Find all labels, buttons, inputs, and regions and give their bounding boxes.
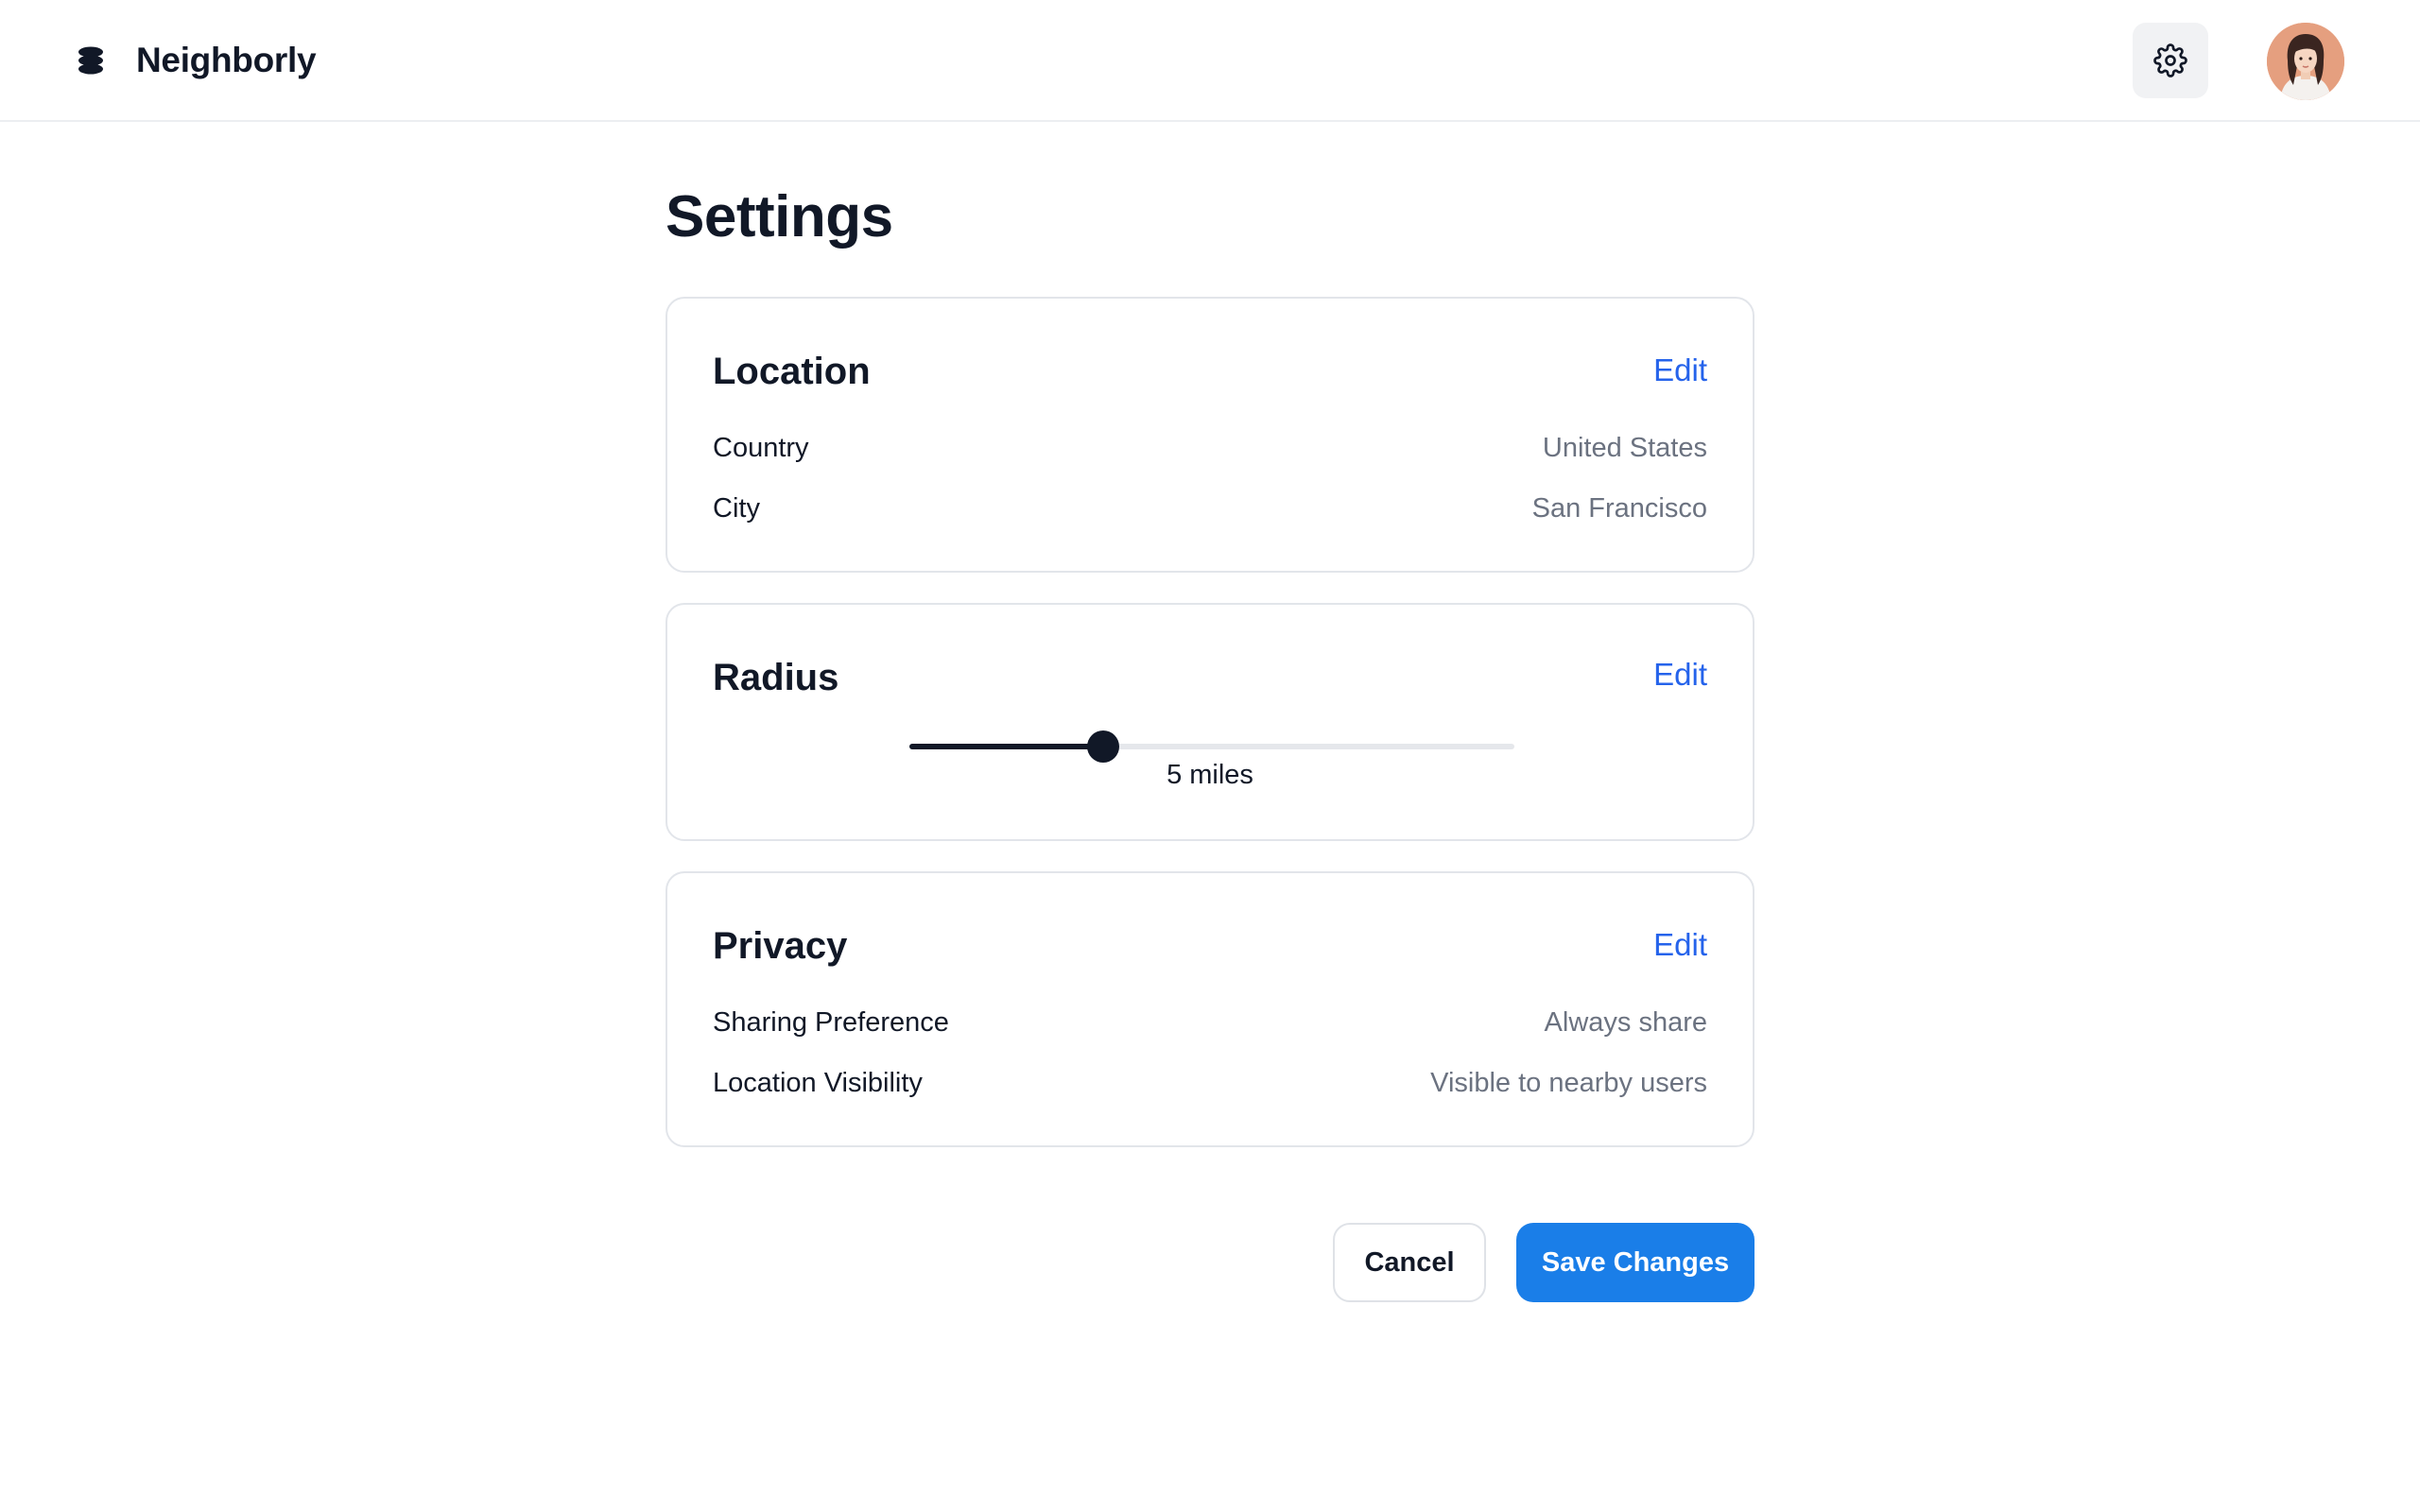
gear-icon [2153,43,2187,77]
avatar-portrait [2267,23,2344,100]
location-visibility-label: Location Visibility [713,1068,923,1098]
country-value: United States [1542,433,1707,463]
radius-edit-link[interactable]: Edit [1653,654,1707,696]
brand[interactable]: Neighborly [76,34,317,87]
privacy-edit-link[interactable]: Edit [1653,924,1707,966]
save-changes-button[interactable]: Save Changes [1516,1223,1754,1302]
location-visibility-value: Visible to nearby users [1430,1068,1707,1098]
cancel-button[interactable]: Cancel [1333,1223,1486,1302]
country-label: Country [713,433,809,463]
sharing-preference-value: Always share [1544,1007,1707,1038]
location-card: Location Edit Country United States City… [666,297,1754,573]
stack-logo-icon [78,46,103,75]
brand-name: Neighborly [136,41,317,79]
user-avatar[interactable] [2267,23,2344,100]
sharing-preference-label: Sharing Preference [713,1007,949,1038]
city-label: City [713,493,760,524]
location-edit-link[interactable]: Edit [1653,350,1707,391]
page-title: Settings [666,184,893,249]
city-value: San Francisco [1531,493,1707,524]
radius-value-label: 5 miles [1167,760,1253,790]
radius-card: Radius Edit 5 miles [666,603,1754,841]
privacy-card-title: Privacy [713,925,848,967]
radius-card-title: Radius [713,657,839,698]
privacy-card: Privacy Edit Sharing Preference Always s… [666,871,1754,1147]
location-card-title: Location [713,351,871,392]
settings-button[interactable] [2133,23,2208,98]
top-bar: Neighborly [0,0,2420,122]
slider-fill [909,744,1103,749]
